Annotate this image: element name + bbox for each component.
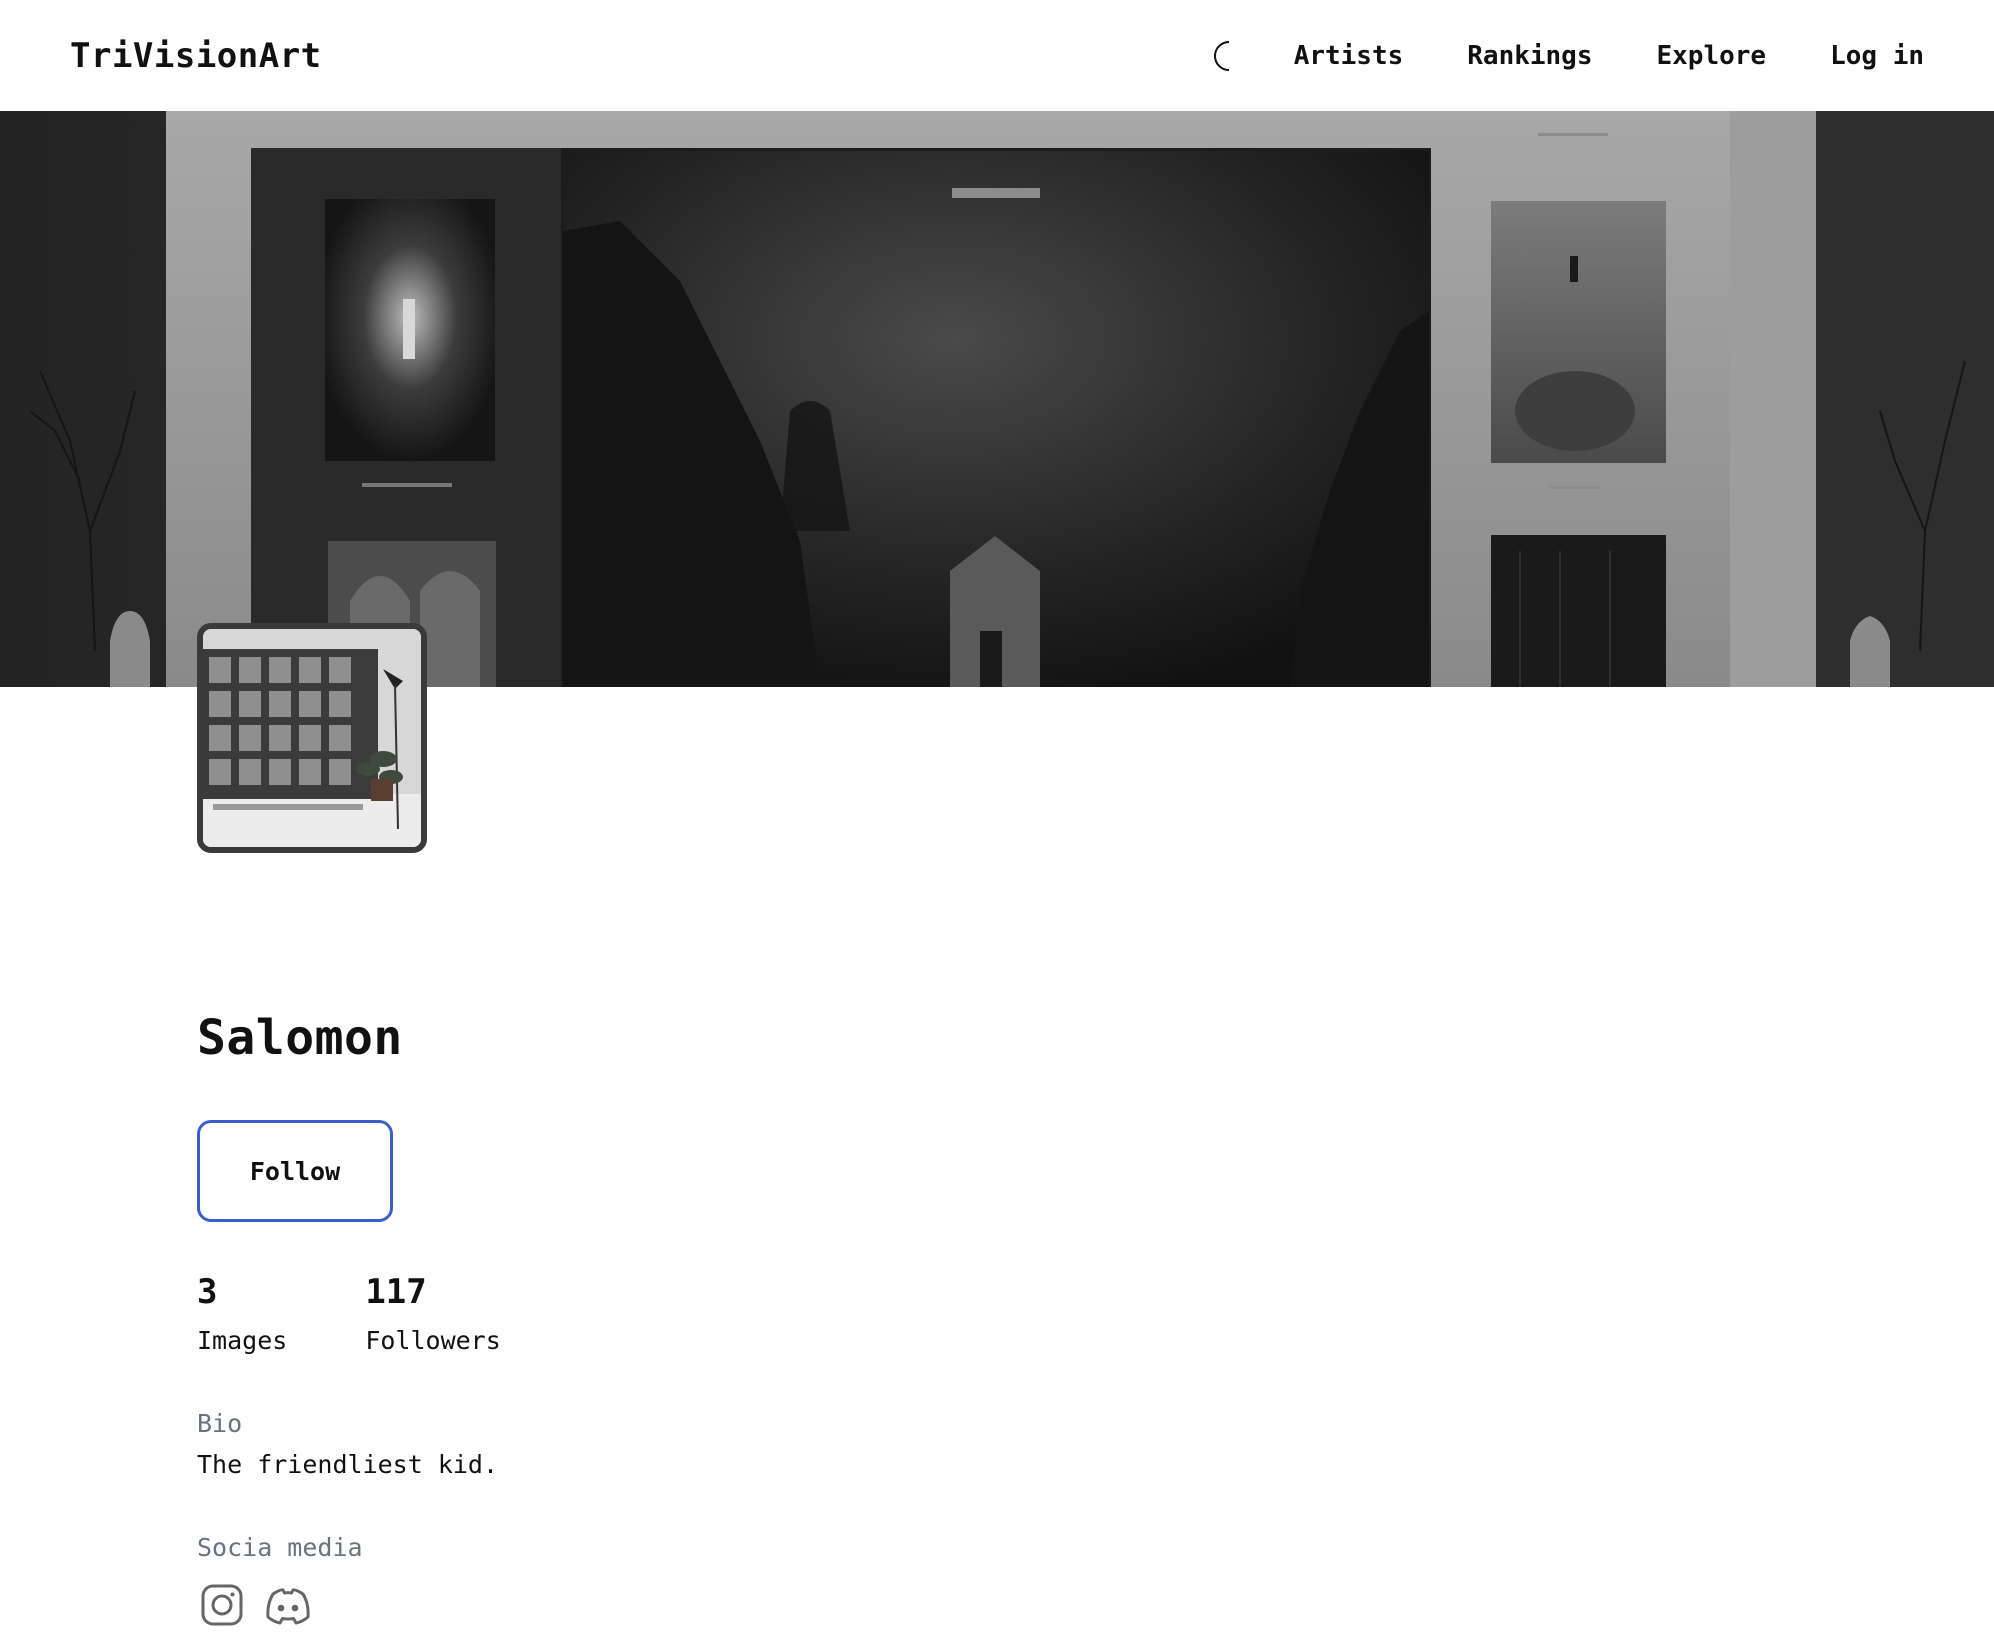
stat-images: 3 Images [197,1272,287,1355]
stat-images-count: 3 [197,1272,218,1312]
social-media-links [197,1580,579,1630]
stat-followers: 117 Followers [365,1272,500,1355]
stat-followers-count: 117 [365,1272,427,1312]
banner-artwork [0,111,1994,687]
avatar-artwork [203,629,421,847]
bio-text: The friendliest kid. [197,1450,499,1479]
profile-section: Salomon Follow 3 Images 117 Followers Bi… [197,1010,579,1630]
profile-stats: 3 Images 117 Followers [197,1272,579,1355]
nav-link-login[interactable]: Log in [1830,41,1924,71]
discord-icon[interactable] [263,1580,313,1630]
artist-name: Salomon [197,1010,403,1066]
instagram-icon[interactable] [197,1580,247,1630]
nav-menu: Artists Rankings Explore Log in [1206,36,1924,76]
nav-link-explore[interactable]: Explore [1657,41,1767,71]
brand-logo[interactable]: TriVisionArt [70,36,322,76]
nav-link-rankings[interactable]: Rankings [1467,41,1592,71]
top-navbar: TriVisionArt Artists Rankings Explore Lo… [0,0,1994,111]
bio-label: Bio [197,1409,243,1438]
nav-link-artists[interactable]: Artists [1294,41,1404,71]
moon-icon[interactable] [1206,36,1246,76]
profile-banner-image [0,111,1994,687]
follow-button[interactable]: Follow [197,1120,393,1222]
social-media-label: Socia media [197,1533,363,1562]
artist-avatar[interactable] [197,623,427,853]
stat-followers-label: Followers [365,1326,501,1355]
stat-images-label: Images [197,1326,288,1355]
